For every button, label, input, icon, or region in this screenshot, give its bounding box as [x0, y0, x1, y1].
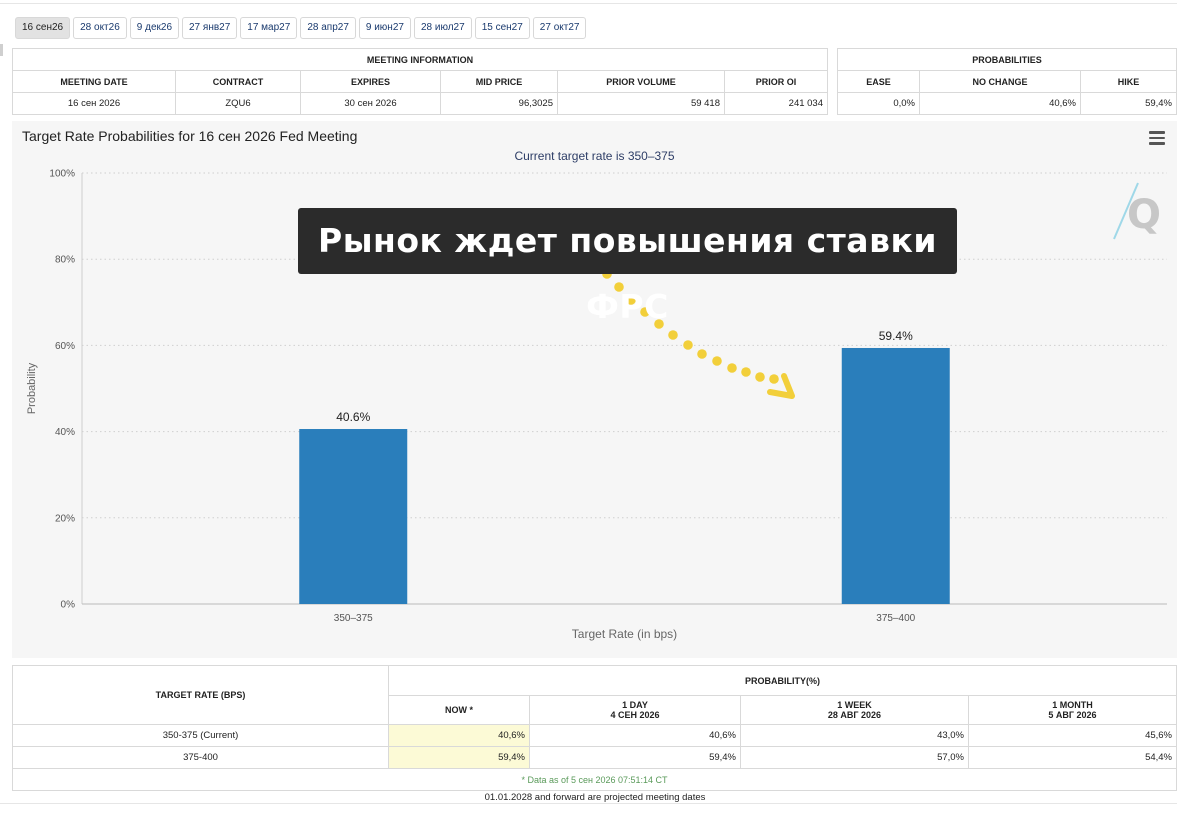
arrow-dot: [697, 349, 707, 359]
column-header-1-day: 1 DAY 4 СЕН 2026: [529, 695, 741, 725]
column-header-1-week: 1 WEEK 28 АВГ 2026: [740, 695, 969, 725]
column-header-1-month: 1 MONTH 5 АВГ 2026: [968, 695, 1177, 725]
chart-title: Target Rate Probabilities for 16 сен 202…: [22, 128, 358, 144]
meeting-date-tabs: 16 сен26 28 окт26 9 дек26 27 янв27 17 ма…: [15, 17, 587, 39]
column-header: HIKE: [1080, 70, 1177, 93]
top-divider: [0, 3, 1177, 4]
column-header: MEETING DATE: [12, 70, 176, 93]
value-cell: 43,0%: [740, 724, 969, 747]
probability-bar-chart: 0% 20% 40% 60% 80% 100% Probability 40.6% 350–37…: [26, 169, 1167, 641]
target-rate-header: TARGET RATE (BPS): [12, 665, 389, 725]
prior-oi-cell: 241 034: [724, 92, 828, 115]
column-header-now: NOW *: [388, 695, 530, 725]
x-tick-label: 375–400: [876, 613, 915, 624]
arrow-dot: [741, 367, 751, 377]
hike-cell: 59,4%: [1080, 92, 1177, 115]
value-cell: 59,4%: [529, 746, 741, 769]
probabilities-header: PROBABILITIES: [837, 48, 1177, 71]
data-timestamp-note: * Data as of 5 сен 2026 07:51:14 CT: [12, 768, 1177, 791]
tab-meeting-date[interactable]: 28 окт26: [73, 17, 127, 39]
tab-meeting-date[interactable]: 27 окт27: [532, 17, 587, 39]
table-row: 375-400 59,4% 59,4% 57,0% 54,4%: [12, 746, 1177, 769]
table-row: 350-375 (Current) 40,6% 40,6% 43,0% 45,6…: [12, 724, 1177, 747]
tab-meeting-date[interactable]: 9 июн27: [358, 17, 411, 39]
column-header: CONTRACT: [175, 70, 301, 93]
expires-cell: 30 сен 2026: [300, 92, 441, 115]
tab-meeting-date[interactable]: 9 дек26: [129, 17, 179, 39]
data-label: 40.6%: [336, 410, 370, 424]
arrow-dot: [668, 330, 678, 340]
hamburger-menu-icon[interactable]: [1149, 131, 1165, 145]
y-tick-label: 60%: [55, 341, 75, 352]
tab-meeting-date[interactable]: 28 апр27: [300, 17, 356, 39]
headline-banner: Рынок ждет повышения ставки ФРС: [298, 208, 957, 326]
rate-cell: 375-400: [12, 746, 389, 769]
probability-header: PROBABILITY(%): [388, 665, 1177, 696]
prior-volume-cell: 59 418: [557, 92, 725, 115]
meeting-info-header: MEETING INFORMATION: [12, 48, 828, 71]
x-axis-label: Target Rate (in bps): [572, 627, 677, 641]
arrow-dot: [683, 340, 693, 350]
y-tick-label: 0%: [61, 600, 76, 611]
value-cell: 54,4%: [968, 746, 1177, 769]
tab-meeting-date[interactable]: 16 сен26: [15, 17, 71, 39]
probabilities-table: PROBABILITIES EASE NO CHANGE HIKE 0,0% 4…: [837, 48, 1177, 115]
tab-meeting-date[interactable]: 28 июл27: [413, 17, 472, 39]
arrow-dot: [712, 356, 722, 366]
left-edge-marker: [0, 44, 3, 56]
column-header: NO CHANGE: [919, 70, 1081, 93]
y-tick-label: 100%: [49, 169, 75, 180]
column-header: EXPIRES: [300, 70, 441, 93]
no-change-cell: 40,6%: [919, 92, 1081, 115]
mid-price-cell: 96,3025: [440, 92, 558, 115]
value-cell: 57,0%: [740, 746, 969, 769]
tab-meeting-date[interactable]: 17 мар27: [240, 17, 298, 39]
y-tick-label: 20%: [55, 513, 75, 524]
value-cell: 40,6%: [529, 724, 741, 747]
target-rate-probability-table: TARGET RATE (BPS) PROBABILITY(%) NOW * 1…: [12, 665, 1177, 791]
column-header: PRIOR OI: [724, 70, 828, 93]
ease-cell: 0,0%: [837, 92, 920, 115]
value-cell: 45,6%: [968, 724, 1177, 747]
y-axis-label: Probability: [26, 362, 38, 414]
column-header: PRIOR VOLUME: [557, 70, 725, 93]
value-cell: 59,4%: [388, 746, 530, 769]
chart-panel: 0% 20% 40% 60% 80% 100% Probability 40.6% 350–37…: [12, 121, 1177, 658]
projected-dates-footnote: 01.01.2028 and forward are projected mee…: [484, 792, 706, 803]
arrow-dot: [727, 363, 737, 373]
arrow-dot: [755, 372, 765, 382]
bottom-divider: [0, 803, 1177, 804]
rate-cell: 350-375 (Current): [12, 724, 389, 747]
value-cell: 40,6%: [388, 724, 530, 747]
data-label: 59.4%: [879, 329, 913, 343]
meeting-date-cell: 16 сен 2026: [12, 92, 176, 115]
bar: [841, 347, 950, 604]
y-tick-label: 40%: [55, 427, 75, 438]
y-tick-label: 80%: [55, 255, 75, 266]
x-tick-label: 350–375: [334, 613, 373, 624]
tab-meeting-date[interactable]: 27 янв27: [182, 17, 238, 39]
column-header: MID PRICE: [440, 70, 558, 93]
tab-meeting-date[interactable]: 15 сен27: [474, 17, 530, 39]
meeting-information-table: MEETING INFORMATION MEETING DATE CONTRAC…: [12, 48, 828, 115]
chart-subtitle: Current target rate is 350–375: [514, 149, 675, 163]
bar: [299, 429, 408, 604]
column-header: EASE: [837, 70, 920, 93]
contract-cell: ZQU6: [175, 92, 301, 115]
arrow-dot: [769, 374, 779, 384]
